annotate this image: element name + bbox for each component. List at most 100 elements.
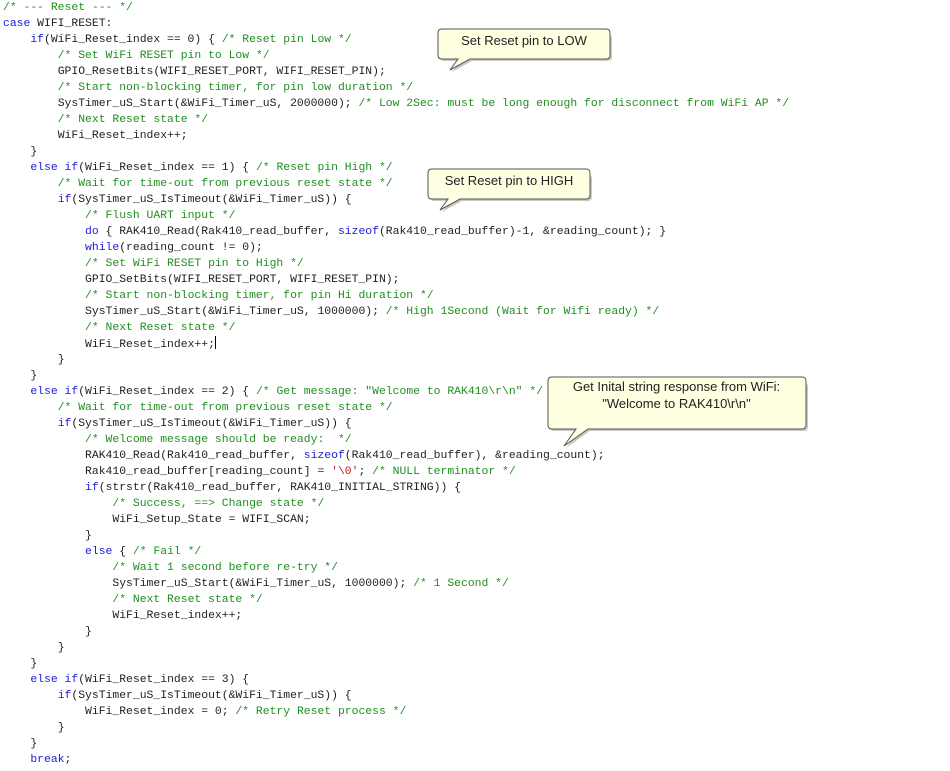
code-line[interactable]: break; bbox=[3, 752, 789, 768]
code-line[interactable]: /* Wait for time-out from previous reset… bbox=[3, 176, 789, 192]
code-line[interactable]: GPIO_ResetBits(WIFI_RESET_PORT, WIFI_RES… bbox=[3, 64, 789, 80]
code-line[interactable]: /* Wait 1 second before re-try */ bbox=[3, 560, 789, 576]
code-comment: /* Flush UART input */ bbox=[85, 210, 236, 222]
code-line[interactable]: WiFi_Setup_State = WIFI_SCAN; bbox=[3, 512, 789, 528]
code-line[interactable]: /* Next Reset state */ bbox=[3, 112, 789, 128]
code-line[interactable]: SysTimer_uS_Start(&WiFi_Timer_uS, 100000… bbox=[3, 576, 789, 592]
code-line[interactable]: } bbox=[3, 720, 789, 736]
code-comment: /* Set WiFi RESET pin to Low */ bbox=[57, 50, 270, 62]
code-line[interactable]: WiFi_Reset_index++; bbox=[3, 128, 789, 144]
code-line[interactable]: if(SysTimer_uS_IsTimeout(&WiFi_Timer_uS)… bbox=[3, 688, 789, 704]
code-line[interactable]: } bbox=[3, 144, 789, 160]
code-line[interactable]: if(WiFi_Reset_index == 0) { /* Reset pin… bbox=[3, 32, 789, 48]
code-line[interactable]: else { /* Fail */ bbox=[3, 544, 789, 560]
code-keyword: while bbox=[85, 242, 120, 254]
code-line[interactable]: } bbox=[3, 528, 789, 544]
code-line[interactable]: /* Start non-blocking timer, for pin low… bbox=[3, 80, 789, 96]
code-text: { bbox=[112, 546, 133, 558]
code-line[interactable]: do { RAK410_Read(Rak410_read_buffer, siz… bbox=[3, 224, 789, 240]
code-keyword: if bbox=[57, 194, 72, 206]
code-comment: /* Next Reset state */ bbox=[57, 114, 209, 126]
code-line[interactable]: WiFi_Reset_index++; bbox=[3, 608, 789, 624]
code-comment: /* Start non-blocking timer, for pin Hi … bbox=[85, 290, 434, 302]
code-text: GPIO_ResetBits(WIFI_RESET_PORT, WIFI_RES… bbox=[57, 66, 386, 78]
code-line[interactable]: else if(WiFi_Reset_index == 1) { /* Rese… bbox=[3, 160, 789, 176]
code-line[interactable]: GPIO_SetBits(WIFI_RESET_PORT, WIFI_RESET… bbox=[3, 272, 789, 288]
code-keyword: case bbox=[3, 18, 31, 30]
code-line[interactable]: WiFi_Reset_index++; bbox=[3, 336, 789, 352]
callout-text: Set Reset pin to LOW bbox=[461, 33, 587, 48]
code-line[interactable]: /* Success, ==> Change state */ bbox=[3, 496, 789, 512]
code-line[interactable]: else if(WiFi_Reset_index == 3) { bbox=[3, 672, 789, 688]
code-line[interactable]: if(strstr(Rak410_read_buffer, RAK410_INI… bbox=[3, 480, 789, 496]
code-line[interactable]: SysTimer_uS_Start(&WiFi_Timer_uS, 200000… bbox=[3, 96, 789, 112]
code-text: WiFi_Setup_State = WIFI_SCAN; bbox=[112, 514, 311, 526]
code-line[interactable]: SysTimer_uS_Start(&WiFi_Timer_uS, 100000… bbox=[3, 304, 789, 320]
code-text: WiFi_Reset_index++; bbox=[85, 339, 215, 351]
code-line[interactable]: while(reading_count != 0); bbox=[3, 240, 789, 256]
code-line[interactable]: /* Set WiFi RESET pin to High */ bbox=[3, 256, 789, 272]
code-text: } bbox=[30, 370, 38, 382]
code-comment: /* Reset pin Low */ bbox=[221, 34, 352, 46]
code-line[interactable]: } bbox=[3, 656, 789, 672]
code-keyword: sizeof bbox=[337, 226, 379, 238]
code-line[interactable]: } bbox=[3, 736, 789, 752]
code-line[interactable]: Rak410_read_buffer[reading_count] = '\0'… bbox=[3, 464, 789, 480]
code-comment: /* Wait for time-out from previous reset… bbox=[57, 402, 393, 414]
code-text: { RAK410_Read(Rak410_read_buffer, bbox=[98, 226, 338, 238]
code-comment: /* 1 Second */ bbox=[413, 578, 509, 590]
code-line[interactable]: } bbox=[3, 352, 789, 368]
code-keyword: else if bbox=[30, 674, 79, 686]
code-text: (Rak410_read_buffer)-1, &reading_count);… bbox=[378, 226, 667, 238]
code-comment: /* Success, ==> Change state */ bbox=[112, 498, 325, 510]
code-keyword: else if bbox=[30, 386, 79, 398]
code-text: (reading_count != 0); bbox=[119, 242, 263, 254]
code-line[interactable]: /* Flush UART input */ bbox=[3, 208, 789, 224]
code-line[interactable]: } bbox=[3, 624, 789, 640]
code-line[interactable]: /* --- Reset --- */ bbox=[3, 0, 789, 16]
code-line[interactable]: case WIFI_RESET: bbox=[3, 16, 789, 32]
code-text: ; bbox=[64, 754, 72, 766]
code-line[interactable]: if(SysTimer_uS_IsTimeout(&WiFi_Timer_uS)… bbox=[3, 192, 789, 208]
code-line[interactable]: /* Next Reset state */ bbox=[3, 320, 789, 336]
code-text: } bbox=[57, 642, 65, 654]
code-line[interactable]: } bbox=[3, 640, 789, 656]
callout-text-line1: Get Inital string response from WiFi: bbox=[572, 379, 781, 394]
code-line[interactable]: /* Set WiFi RESET pin to Low */ bbox=[3, 48, 789, 64]
code-line[interactable]: /* Start non-blocking timer, for pin Hi … bbox=[3, 288, 789, 304]
code-comment: /* Fail */ bbox=[132, 546, 202, 558]
code-text: } bbox=[57, 722, 65, 734]
code-line[interactable]: /* Next Reset state */ bbox=[3, 592, 789, 608]
code-text: (SysTimer_uS_IsTimeout(&WiFi_Timer_uS)) … bbox=[71, 194, 352, 206]
code-line[interactable]: WiFi_Reset_index = 0; /* Retry Reset pro… bbox=[3, 704, 789, 720]
code-text: (WiFi_Reset_index == 1) { bbox=[78, 162, 256, 174]
